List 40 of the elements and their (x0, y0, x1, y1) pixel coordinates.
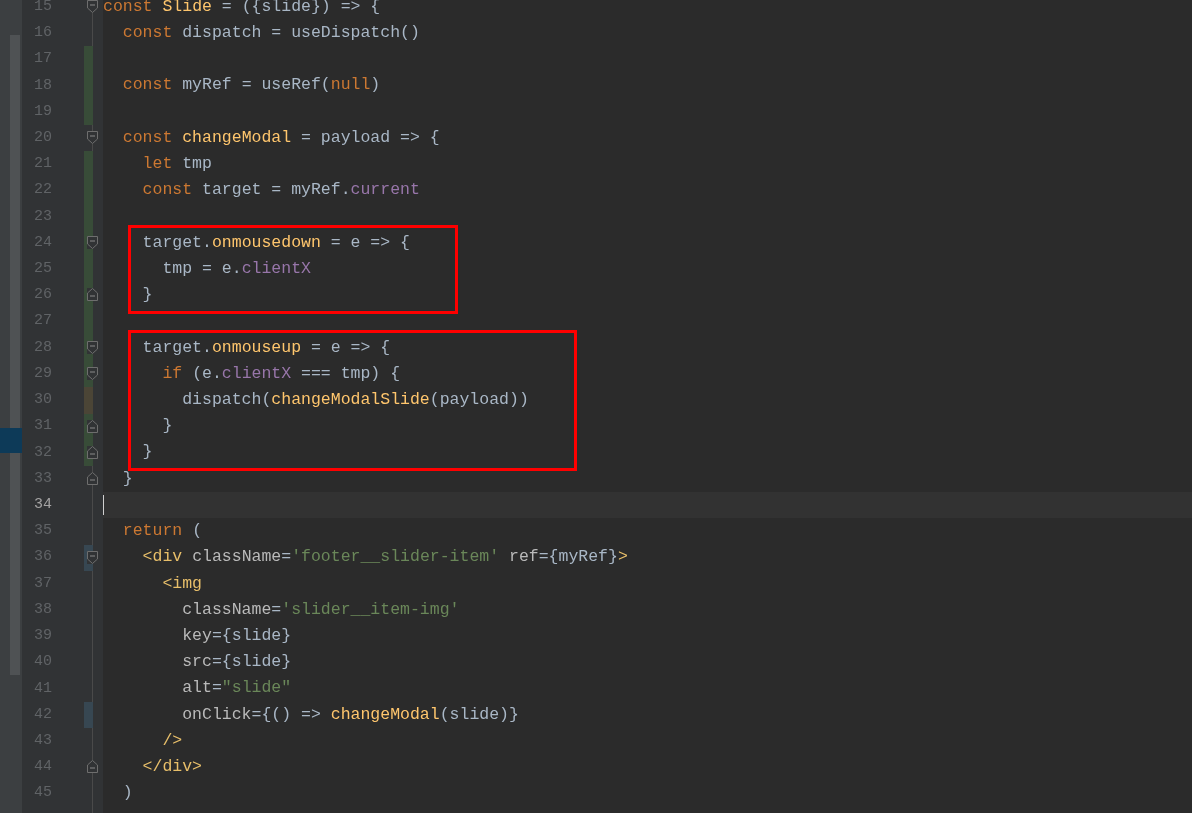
code-line: className='slider__item-img' (181, 598, 460, 621)
code-line: dispatch(changeModalSlide(payload)) (181, 389, 529, 411)
unfold-icon[interactable] (87, 471, 98, 485)
code-line: onClick={() => changeModal(slide)} (181, 703, 519, 726)
code-line: const changeModal = payload => { (121, 126, 440, 149)
code-line: </div> (141, 756, 203, 779)
code-line: <img (161, 572, 203, 595)
code-line: tmp = e.clientX (161, 257, 311, 280)
code-line: const myRef = useRef(null) (121, 74, 381, 97)
code-line: /> (161, 729, 183, 752)
fold-icon[interactable] (87, 235, 98, 249)
fold-icon[interactable] (87, 340, 98, 354)
unfold-icon[interactable] (87, 760, 98, 774)
code-line: } (161, 415, 173, 438)
text-cursor (102, 495, 104, 516)
code-line: let tmp (141, 153, 212, 176)
unfold-icon[interactable] (87, 419, 98, 433)
code-line: ) (121, 782, 133, 805)
unfold-icon[interactable] (87, 288, 98, 302)
code-line: const dispatch = useDispatch() (121, 21, 420, 44)
scrollbar-thumb[interactable] (10, 35, 20, 675)
fold-icon[interactable] (87, 550, 98, 564)
position-marker (0, 428, 22, 453)
code-line: } (141, 284, 153, 307)
code-line: key={slide} (181, 625, 292, 647)
code-line: src={slide} (181, 651, 292, 674)
code-line: return ( (121, 520, 203, 543)
code-line: <div className='footer__slider-item' ref={myRef}> (141, 546, 628, 569)
code-line: } (141, 441, 153, 464)
fold-icon[interactable] (87, 0, 98, 13)
code-line: } (121, 467, 133, 490)
code-line: if (e.clientX === tmp) { (161, 362, 401, 385)
code-line: target.onmouseup = e => { (141, 336, 391, 359)
line-number: 34 (33, 495, 52, 515)
unfold-icon[interactable] (87, 445, 98, 459)
fold-icon[interactable] (87, 367, 98, 381)
fold-icon[interactable] (87, 131, 98, 145)
code-line: const target = myRef.current (141, 179, 420, 202)
code-line: target.onmousedown = e => { (141, 231, 410, 254)
code-line: alt="slide" (181, 677, 292, 700)
